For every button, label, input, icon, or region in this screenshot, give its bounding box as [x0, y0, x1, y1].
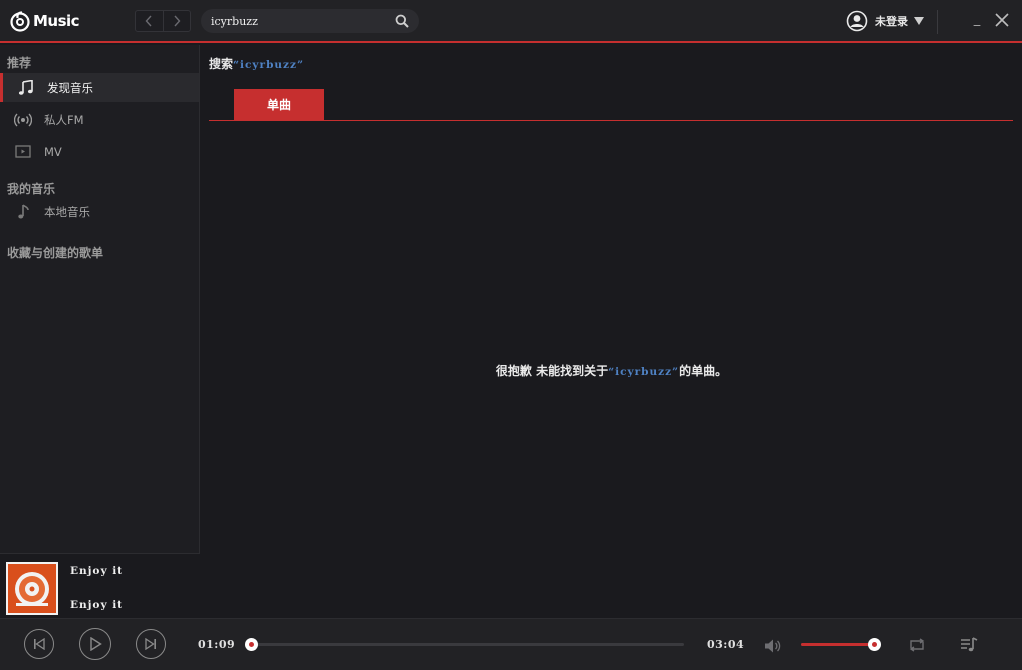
sidebar-item-label: 私人FM	[44, 112, 84, 127]
next-button[interactable]	[136, 629, 166, 659]
current-time: 01:09	[198, 638, 236, 651]
user-avatar-icon	[846, 10, 868, 32]
player-bar: 01:09 03:04	[0, 618, 1022, 670]
section-title-my-music: 我的音乐	[7, 182, 56, 196]
history-nav	[135, 10, 191, 32]
search-icon[interactable]	[395, 14, 409, 28]
login-status-label: 未登录	[875, 15, 908, 28]
minimize-button[interactable]: _	[970, 12, 984, 28]
empty-result-message: 很抱歉 未能找到关于“icyrbuzz”的单曲。	[201, 362, 1022, 379]
volume-slider[interactable]	[801, 638, 881, 651]
sidebar-item-label: 本地音乐	[44, 204, 90, 219]
title-bar: Music 未登录 _	[0, 0, 1022, 43]
chevron-right-icon	[174, 15, 181, 27]
music-note-icon	[17, 79, 35, 97]
empty-message-prefix: 很抱歉 未能找到关于	[495, 364, 609, 378]
progress-handle[interactable]	[245, 638, 258, 651]
volume-handle[interactable]	[868, 638, 881, 651]
sidebar-item-local-music[interactable]: 本地音乐	[0, 197, 199, 226]
sidebar-item-mv[interactable]: MV	[0, 137, 199, 166]
sidebar: 推荐 发现音乐 私人FM MV 我的音乐 本地音乐 收藏与创建的歌单	[0, 45, 200, 618]
radio-icon	[14, 111, 32, 129]
forward-button[interactable]	[162, 11, 190, 31]
section-title-playlists[interactable]: 收藏与创建的歌单	[7, 244, 103, 261]
search-box	[201, 9, 419, 33]
search-input[interactable]	[211, 11, 391, 31]
volume-icon[interactable]	[764, 638, 782, 654]
sidebar-item-label: MV	[44, 144, 62, 159]
play-button[interactable]	[79, 628, 111, 660]
close-icon[interactable]	[994, 12, 1010, 28]
video-icon	[14, 143, 32, 161]
skip-previous-icon	[34, 638, 45, 650]
search-heading-prefix: 搜索	[209, 57, 234, 71]
sidebar-item-personal-fm[interactable]: 私人FM	[0, 105, 199, 134]
skip-next-icon	[145, 638, 156, 650]
playlist-icon[interactable]	[960, 636, 978, 654]
caret-down-icon	[914, 17, 924, 25]
back-button[interactable]	[136, 11, 163, 31]
app-logo-text: Music	[33, 12, 80, 30]
user-login[interactable]: 未登录	[846, 10, 924, 32]
play-icon	[90, 637, 102, 651]
now-playing-card[interactable]: Enjoy it Enjoy it	[0, 553, 200, 618]
previous-button[interactable]	[24, 629, 54, 659]
now-playing-artist[interactable]: Enjoy it	[70, 599, 123, 611]
volume-fill	[801, 643, 874, 646]
tab-underline	[209, 120, 1013, 121]
main-content: 搜索“icyrbuzz” 单曲 很抱歉 未能找到关于“icyrbuzz”的单曲。	[201, 45, 1022, 618]
total-time: 03:04	[707, 638, 745, 651]
loop-icon[interactable]	[908, 637, 926, 653]
search-heading-keyword: “icyrbuzz”	[233, 59, 305, 71]
music-note-icon	[14, 203, 32, 221]
empty-message-suffix: 的单曲。	[679, 364, 728, 378]
sidebar-item-discover[interactable]: 发现音乐	[0, 73, 199, 102]
netease-logo-icon	[10, 11, 30, 32]
progress-bar[interactable]	[245, 638, 684, 651]
titlebar-divider	[937, 10, 938, 34]
app-logo[interactable]: Music	[9, 8, 80, 34]
chevron-left-icon	[146, 15, 153, 27]
search-heading: 搜索“icyrbuzz”	[209, 55, 304, 72]
vinyl-disc-icon	[15, 571, 49, 606]
empty-message-keyword: “icyrbuzz”	[608, 366, 680, 378]
tab-songs[interactable]: 单曲	[234, 89, 324, 120]
sidebar-item-label: 发现音乐	[47, 80, 93, 95]
now-playing-title[interactable]: Enjoy it	[70, 565, 123, 577]
album-cover[interactable]	[6, 562, 58, 615]
section-title-recommend: 推荐	[7, 56, 32, 70]
